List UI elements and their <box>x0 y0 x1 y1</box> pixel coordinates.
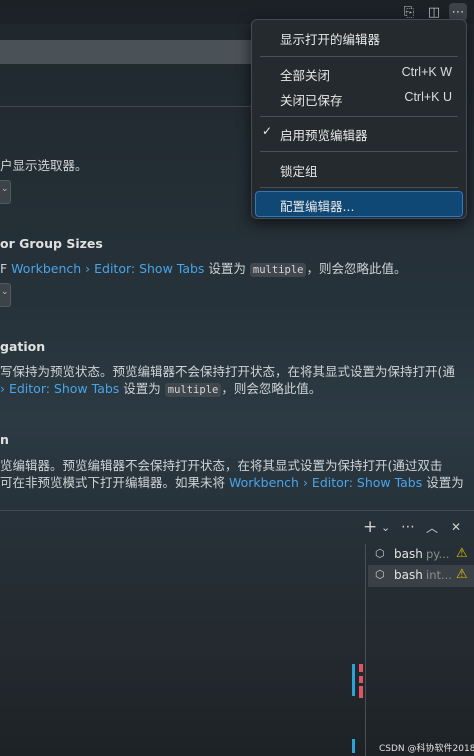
desc-text: 设置为 <box>119 381 165 396</box>
terminal-scrollbar[interactable] <box>350 544 364 756</box>
setting-description: 可在非预览模式下打开编辑器。如果未将 Workbench › Editor: S… <box>0 472 464 491</box>
scroll-marker <box>352 739 355 753</box>
menu-item-shortcut: Ctrl+K W <box>401 65 452 79</box>
setting-description: 户显示选取器。 <box>0 158 88 173</box>
menu-separator <box>260 151 458 152</box>
menu-item-enable-preview[interactable]: ✓ 启用预览编辑器 <box>256 121 462 145</box>
menu-item-lock-group[interactable]: 锁定组 <box>256 157 462 181</box>
menu-item-close-all[interactable]: 全部关闭 Ctrl+K W <box>256 61 462 85</box>
menu-item-close-saved[interactable]: 关闭已保存 Ctrl+K U <box>256 86 462 110</box>
warning-icon: ⚠ <box>456 546 468 561</box>
editor-context-menu: 显示打开的编辑器 全部关闭 Ctrl+K W 关闭已保存 Ctrl+K U ✓ … <box>251 19 467 219</box>
new-terminal-icon[interactable]: + <box>363 517 377 537</box>
terminal-box-icon: ⬡ <box>375 568 385 581</box>
menu-item-label: 全部关闭 <box>280 68 331 83</box>
menu-item-show-opened-editors[interactable]: 显示打开的编辑器 <box>256 25 462 49</box>
setting-title: gation <box>0 339 46 354</box>
scroll-marker <box>359 676 363 683</box>
menu-item-label: 显示打开的编辑器 <box>280 32 381 47</box>
desc-text: 设置为 <box>204 261 250 276</box>
menu-separator <box>260 116 458 117</box>
menu-separator <box>260 56 458 57</box>
terminal-tab[interactable]: ⬡ bash int... ⚠ <box>368 565 474 587</box>
panel-more-icon[interactable]: ⋯ <box>401 518 415 536</box>
menu-item-label: 锁定组 <box>280 164 318 179</box>
setting-description: › Editor: Show Tabs 设置为 multiple ，则会忽略此值。 <box>0 378 321 397</box>
setting-title: n <box>0 432 9 447</box>
warning-icon: ⚠ <box>456 567 468 582</box>
menu-item-shortcut: Ctrl+K U <box>404 90 452 104</box>
setting-dropdown[interactable]: ⌄ <box>0 283 11 307</box>
settings-divider <box>0 106 262 107</box>
scroll-marker <box>352 664 355 696</box>
setting-link[interactable]: Workbench › Editor: Show Tabs <box>229 475 422 490</box>
scroll-marker <box>359 686 363 698</box>
desc-text: ，则会忽略此值。 <box>306 261 407 276</box>
scroll-marker <box>359 664 363 672</box>
code-value: multiple <box>249 263 307 277</box>
menu-item-label: 关闭已保存 <box>280 93 343 108</box>
setting-title: or Group Sizes <box>0 236 103 251</box>
terminal-name: bash <box>394 568 423 582</box>
watermark-text: CSDN @科协软件2018 <box>379 744 474 754</box>
menu-item-label: 配置编辑器... <box>280 199 355 214</box>
checkmark-icon: ✓ <box>262 124 273 138</box>
terminal-tab[interactable]: ⬡ bash py... ⚠ <box>368 544 474 566</box>
desc-text: 设置为 <box>422 475 464 490</box>
code-value: multiple <box>164 383 222 397</box>
panel-border <box>0 510 474 511</box>
settings-search-input[interactable] <box>0 40 262 64</box>
close-panel-icon[interactable]: ✕ <box>451 518 461 536</box>
setting-description: F Workbench › Editor: Show Tabs 设置为 mult… <box>0 258 407 277</box>
setting-dropdown[interactable]: ⌄ <box>0 180 11 204</box>
menu-item-label: 启用预览编辑器 <box>280 128 368 143</box>
terminal-tabs-divider <box>365 544 366 756</box>
desc-text: 可在非预览模式下打开编辑器。如果未将 <box>0 475 229 490</box>
terminal-box-icon: ⬡ <box>375 547 385 560</box>
terminal-subtitle: int... <box>426 568 452 582</box>
desc-text: F <box>0 261 12 276</box>
terminal-dropdown-icon[interactable]: ⌄ <box>381 518 390 536</box>
terminal-subtitle: py... <box>426 547 450 561</box>
menu-item-configure-editors[interactable]: 配置编辑器... <box>255 191 463 217</box>
setting-link[interactable]: › Editor: Show Tabs <box>0 381 119 396</box>
menu-separator <box>260 187 458 188</box>
terminal-name: bash <box>394 547 423 561</box>
setting-link[interactable]: Workbench › Editor: Show Tabs <box>11 261 204 276</box>
maximize-panel-icon[interactable]: ︿ <box>426 518 438 536</box>
desc-text: ，则会忽略此值。 <box>221 381 322 396</box>
